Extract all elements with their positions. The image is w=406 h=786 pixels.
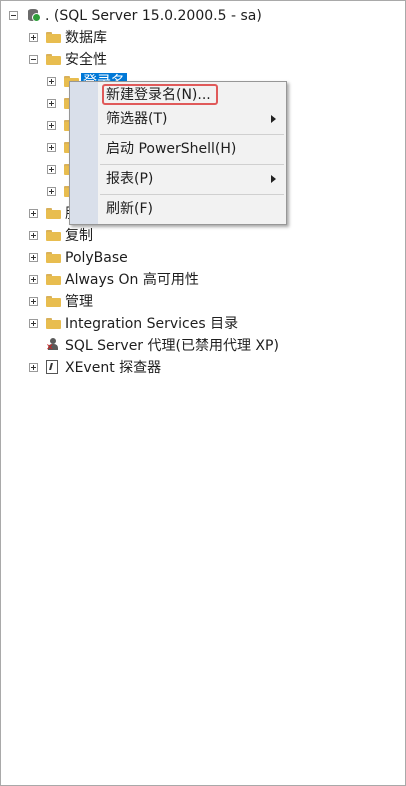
menu-item-reports[interactable]: 报表(P) <box>100 167 284 191</box>
tree-node-security[interactable]: 安全性 <box>1 49 201 71</box>
object-explorer-panel: . (SQL Server 15.0.2000.5 - sa) 数据库 安全性 … <box>0 0 406 786</box>
folder-icon <box>46 54 61 65</box>
menu-item-refresh[interactable]: 刷新(F) <box>100 197 284 221</box>
expand-toggle[interactable] <box>29 363 38 372</box>
tree-node-always-on[interactable]: Always On 高可用性 <box>1 269 261 291</box>
menu-item-label: 筛选器(T) <box>106 111 168 127</box>
folder-icon <box>46 252 61 263</box>
expand-toggle[interactable] <box>29 33 38 42</box>
expand-toggle[interactable] <box>47 165 56 174</box>
tree-node-replication[interactable]: 复制 <box>1 225 201 247</box>
collapse-toggle[interactable] <box>29 55 38 64</box>
tree-node-label: . (SQL Server 15.0.2000.5 - sa) <box>45 8 262 24</box>
expand-toggle[interactable] <box>29 297 38 306</box>
tree-node-label: SQL Server 代理(已禁用代理 XP) <box>65 338 279 354</box>
menu-item-filter[interactable]: 筛选器(T) <box>100 107 284 131</box>
tree-node-xevent-profiler[interactable]: XEvent 探查器 <box>1 357 201 379</box>
menu-separator <box>100 194 284 195</box>
tree-node-server[interactable]: . (SQL Server 15.0.2000.5 - sa) <box>1 5 301 27</box>
expand-toggle[interactable] <box>47 99 56 108</box>
server-icon <box>27 8 41 22</box>
tree-node-label: PolyBase <box>65 250 128 266</box>
menu-item-label: 启动 PowerShell(H) <box>106 141 237 157</box>
expand-toggle[interactable] <box>29 231 38 240</box>
tree-node-label: 管理 <box>65 294 93 310</box>
tree-node-label: Integration Services 目录 <box>65 316 239 332</box>
menu-item-label: 刷新(F) <box>106 201 153 217</box>
folder-icon <box>46 296 61 307</box>
expand-toggle[interactable] <box>29 275 38 284</box>
context-menu: 新建登录名(N)... 筛选器(T) 启动 PowerShell(H) 报表(P… <box>69 81 287 225</box>
tree-node-label: XEvent 探查器 <box>65 360 162 376</box>
tree-node-label: 安全性 <box>65 52 107 68</box>
collapse-toggle[interactable] <box>9 11 18 20</box>
expand-toggle[interactable] <box>47 187 56 196</box>
expand-toggle[interactable] <box>29 209 38 218</box>
folder-icon <box>46 32 61 43</box>
expand-toggle[interactable] <box>47 77 56 86</box>
tree-node-sql-agent[interactable]: ✕ SQL Server 代理(已禁用代理 XP) <box>1 335 331 357</box>
tree-node-polybase[interactable]: PolyBase <box>1 247 201 269</box>
expand-toggle[interactable] <box>47 121 56 130</box>
xevent-icon <box>46 360 58 374</box>
agent-disabled-icon: ✕ <box>46 338 60 353</box>
submenu-arrow-icon <box>271 175 276 183</box>
expand-toggle[interactable] <box>47 143 56 152</box>
tree-node-label: 复制 <box>65 228 93 244</box>
tree-node-management[interactable]: 管理 <box>1 291 201 313</box>
tree-node-integration-services[interactable]: Integration Services 目录 <box>1 313 301 335</box>
folder-icon <box>46 274 61 285</box>
menu-item-label: 报表(P) <box>106 171 154 187</box>
expand-toggle[interactable] <box>29 319 38 328</box>
menu-item-start-powershell[interactable]: 启动 PowerShell(H) <box>100 137 284 161</box>
folder-icon <box>46 318 61 329</box>
menu-item-new-login[interactable]: 新建登录名(N)... <box>100 83 284 107</box>
tree-node-label: Always On 高可用性 <box>65 272 199 288</box>
submenu-arrow-icon <box>271 115 276 123</box>
tree-node-label: 数据库 <box>65 30 107 46</box>
folder-icon <box>46 208 61 219</box>
menu-icon-gutter <box>70 82 98 224</box>
menu-separator <box>100 164 284 165</box>
menu-item-label: 新建登录名(N)... <box>106 87 211 103</box>
folder-icon <box>46 230 61 241</box>
menu-separator <box>100 134 284 135</box>
expand-toggle[interactable] <box>29 253 38 262</box>
tree-node-databases[interactable]: 数据库 <box>1 27 201 49</box>
